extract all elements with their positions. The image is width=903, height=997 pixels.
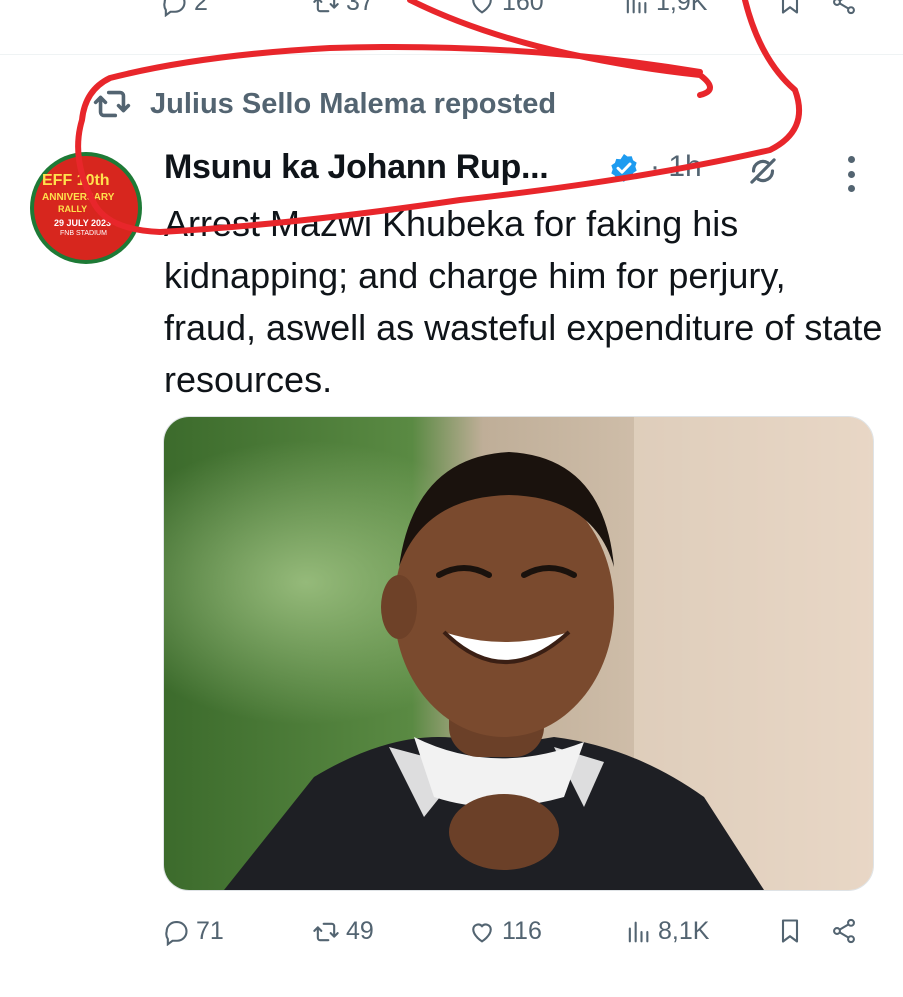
more-icon (847, 185, 855, 192)
bookmark-button[interactable] (776, 917, 804, 945)
avatar-text: EFF 10th (42, 172, 110, 189)
avatar[interactable]: EFF 10th ANNIVERSARY RALLY 29 JULY 2023 … (30, 152, 142, 264)
like-count: 116 (502, 917, 542, 945)
tweet-action-bar: 71 49 116 8,1K (0, 905, 903, 961)
view-count: 8,1K (658, 917, 710, 945)
tweet-time[interactable]: · 1h (650, 150, 702, 184)
views-icon (628, 921, 649, 942)
previous-tweet-action-bar: 2 37 160 1,9K (0, 0, 903, 40)
tweet-photo[interactable] (163, 416, 874, 891)
reply-icon (163, 0, 186, 17)
like-icon (472, 923, 492, 943)
repost-button[interactable]: 37 (312, 0, 374, 17)
bookmark-icon (781, 919, 799, 943)
share-button[interactable] (830, 917, 858, 945)
grok-icon[interactable] (744, 152, 782, 190)
like-icon (472, 0, 492, 14)
avatar-text: ANNIVERSARY (42, 192, 115, 203)
reply-icon (165, 920, 188, 946)
like-button[interactable]: 160 (468, 0, 544, 17)
reply-button[interactable]: 2 (160, 0, 208, 17)
reply-count: 2 (194, 0, 208, 16)
bookmark-icon (781, 0, 799, 14)
share-icon (833, 0, 855, 15)
bookmark-button[interactable] (776, 0, 804, 16)
share-icon (833, 918, 855, 944)
like-count: 160 (502, 0, 544, 16)
views-icon (626, 0, 647, 13)
avatar-text: FNB STADIUM (60, 230, 107, 237)
avatar-text: 29 JULY 2023 (54, 218, 112, 228)
more-icon (847, 156, 855, 163)
reply-button[interactable]: 71 (162, 917, 224, 946)
avatar-poster: EFF 10th ANNIVERSARY RALLY 29 JULY 2023 … (34, 156, 138, 260)
more-button[interactable] (842, 156, 860, 192)
photo-illustration (164, 417, 873, 890)
tweet-divider (0, 54, 903, 55)
more-icon (847, 170, 855, 178)
tweet-text: Arrest Mazwi Khubeka for faking his kidn… (164, 203, 883, 400)
views-button[interactable]: 1,9K (622, 0, 707, 17)
like-button[interactable]: 116 (468, 917, 542, 946)
avatar-text: RALLY (58, 204, 88, 214)
repost-icon (313, 0, 339, 12)
repost-count: 49 (346, 917, 374, 945)
social-context[interactable]: Julius Sello Malema reposted (92, 84, 556, 124)
verified-icon (611, 154, 637, 182)
social-context-text: Julius Sello Malema reposted (150, 87, 557, 120)
share-button[interactable] (830, 0, 858, 16)
author-name[interactable]: Msunu ka Johann Rup... (164, 148, 549, 187)
repost-count: 37 (346, 0, 374, 16)
view-count: 1,9K (656, 0, 708, 16)
views-button[interactable]: 8,1K (624, 917, 709, 946)
repost-icon (93, 90, 131, 118)
repost-button[interactable]: 49 (312, 917, 374, 946)
repost-icon (313, 922, 339, 941)
reply-count: 71 (196, 917, 224, 945)
